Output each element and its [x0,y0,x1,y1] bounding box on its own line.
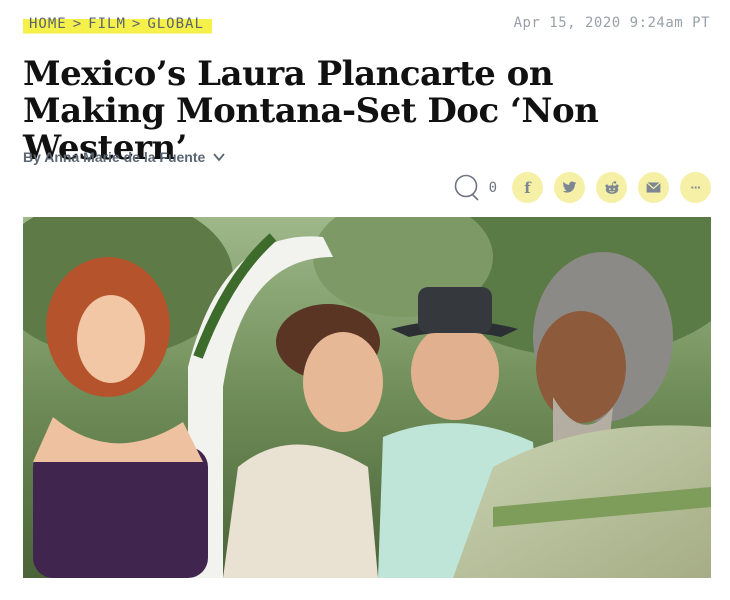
more-options-button[interactable]: ··· [680,172,711,203]
facebook-share-button[interactable]: f [512,172,543,203]
breadcrumb-home-link[interactable]: HOME [29,16,67,36]
email-icon [646,182,661,193]
comment-bubble-icon [454,174,479,201]
facebook-icon: f [524,178,531,197]
chevron-down-icon [213,153,226,162]
comments-button[interactable]: 0 [453,174,497,202]
breadcrumb-film-link[interactable]: FILM [88,16,126,36]
publish-timestamp: Apr 15, 2020 9:24am PT [513,15,710,31]
reddit-icon [604,180,619,194]
more-icon: ··· [690,180,702,195]
breadcrumb-separator: > [131,16,142,32]
reddit-share-button[interactable] [596,172,627,203]
comment-count: 0 [488,179,497,196]
breadcrumb-separator: > [72,16,83,32]
breadcrumb: HOME > FILM > GLOBAL [23,12,212,36]
author-name: By Anna Marie de la Fuente [23,149,206,165]
twitter-icon [562,181,577,193]
breadcrumb-global-link[interactable]: GLOBAL [147,16,204,36]
author-byline[interactable]: By Anna Marie de la Fuente [23,149,226,165]
hero-photo [23,217,711,578]
social-share-bar: 0 f ··· [453,172,711,203]
twitter-share-button[interactable] [554,172,585,203]
email-share-button[interactable] [638,172,669,203]
